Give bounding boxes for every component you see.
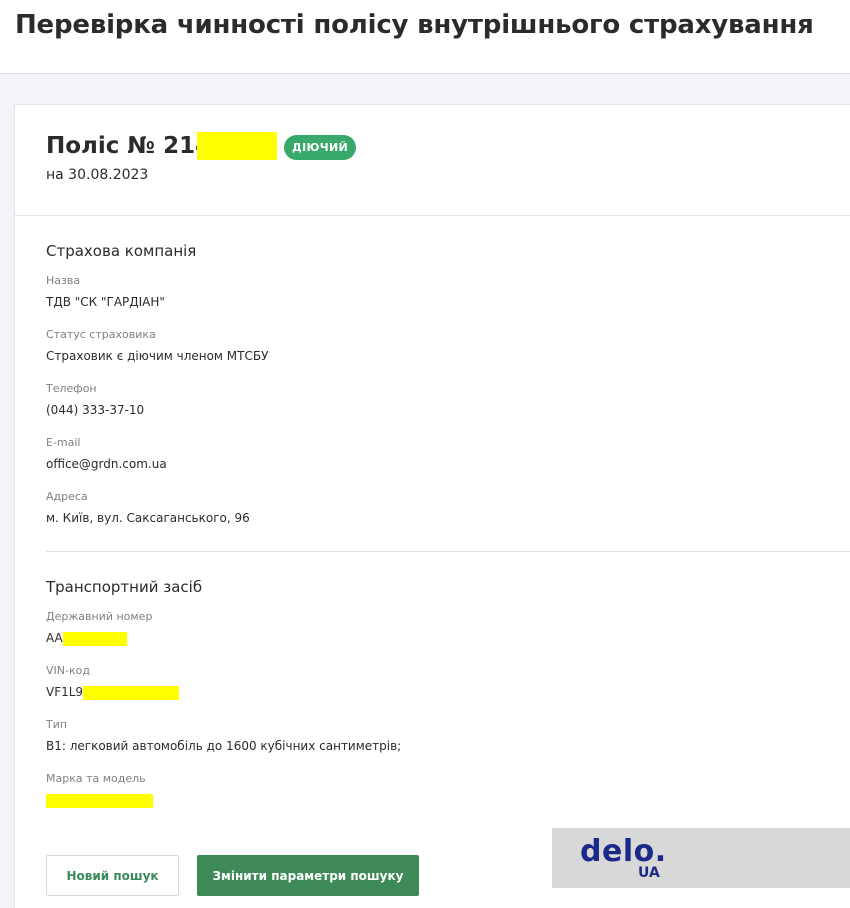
insurer-status-value: Страховик є діючим членом МТСБУ [46, 349, 269, 363]
vehicle-section-title: Транспортний засіб [46, 578, 203, 596]
plate-label: Державний номер [46, 610, 153, 623]
policy-number-prefix: Поліс № 214 [46, 133, 212, 159]
address-label: Адреса [46, 490, 88, 503]
phone-value: (044) 333-37-10 [46, 403, 145, 417]
policy-number: Поліс № 214 [46, 133, 211, 159]
status-badge: ДІЮЧИЙ [284, 135, 356, 160]
new-search-button[interactable]: Новий пошук [46, 855, 179, 896]
page-title: Перевірка чинності полісу внутрішнього с… [15, 10, 814, 40]
make-model-label: Марка та модель [46, 772, 146, 785]
watermark-logo-suffix: UA [638, 865, 660, 881]
change-search-params-button[interactable]: Змінити параметри пошуку [197, 855, 419, 896]
vin-redaction [83, 685, 180, 700]
insurer-status-label: Статус страховика [46, 328, 156, 341]
plate-value: AA [46, 631, 127, 646]
policy-date: на 30.08.2023 [46, 167, 149, 183]
type-label: Тип [46, 718, 68, 731]
email-label: E-mail [46, 436, 81, 449]
make-model-redaction [46, 793, 153, 808]
policy-card: Поліс № 214 ДІЮЧИЙ на 30.08.2023 Страхов… [14, 104, 850, 908]
policy-number-redaction [197, 132, 277, 160]
section-divider [46, 551, 850, 552]
vin-label: VIN-код [46, 664, 90, 677]
plate-visible-text: AA [46, 631, 63, 645]
insurer-name-label: Назва [46, 274, 81, 287]
insurer-section-title: Страхова компанія [46, 242, 197, 260]
type-value: B1: легковий автомобіль до 1600 кубічних… [46, 739, 402, 753]
phone-label: Телефон [46, 382, 97, 395]
vin-value: VF1L9 [46, 685, 180, 700]
policy-header: Поліс № 214 ДІЮЧИЙ на 30.08.2023 [15, 105, 850, 216]
insurer-name-value: ТДВ "СК "ГАРДІАН" [46, 295, 165, 309]
plate-redaction [62, 631, 127, 646]
watermark-logo-text: delo. [580, 834, 667, 869]
make-model-value [46, 793, 153, 808]
delo-watermark: delo. UA [552, 828, 850, 888]
email-value: office@grdn.com.ua [46, 457, 167, 471]
vin-visible-text: VF1L9 [46, 685, 84, 699]
address-value: м. Київ, вул. Саксаганського, 96 [46, 511, 250, 525]
page-header: Перевірка чинності полісу внутрішнього с… [0, 0, 850, 74]
